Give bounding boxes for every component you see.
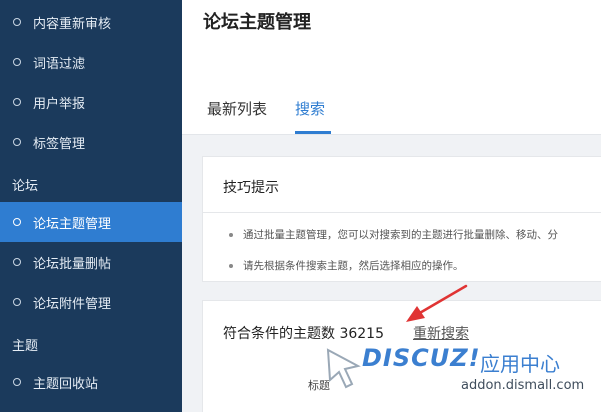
circle-icon (13, 298, 21, 306)
watermark-brand: DISCUZ! (362, 344, 481, 372)
sidebar-item-label: 内容重新审核 (33, 16, 112, 32)
bullet-icon (229, 232, 233, 237)
watermark-cn: 应用中心 (480, 352, 560, 376)
tips-panel: 技巧提示 通过批量主题管理，您可以对搜索到的主题进行批量删除、移动、分 请先根据… (202, 156, 601, 282)
sidebar-item-label: 论坛主题管理 (33, 216, 112, 232)
tip-line: 通过批量主题管理，您可以对搜索到的主题进行批量删除、移动、分 (229, 227, 558, 242)
tips-title: 技巧提示 (223, 180, 279, 196)
sidebar-item-word-filter[interactable]: 词语过滤 (0, 42, 182, 82)
tab-latest-list[interactable]: 最新列表 (207, 98, 267, 119)
bullet-icon (229, 263, 233, 268)
circle-icon (13, 378, 21, 386)
sidebar-item-recycle-bin[interactable]: 主题回收站 (0, 362, 182, 402)
sidebar-item-label: 标签管理 (33, 136, 86, 152)
sidebar-item-label: 主题回收站 (33, 376, 99, 392)
sidebar-item-label: 论坛附件管理 (33, 296, 112, 312)
sidebar-item-label: 词语过滤 (33, 56, 86, 72)
sidebar-item-attachment-manage[interactable]: 论坛附件管理 (0, 282, 182, 322)
circle-icon (13, 18, 21, 26)
red-arrow-annotation (406, 284, 468, 322)
tips-header: 技巧提示 (203, 157, 601, 213)
circle-icon (13, 98, 21, 106)
tip-text: 请先根据条件搜索主题，然后选择相应的操作。 (243, 260, 464, 272)
circle-icon (13, 138, 21, 146)
tip-line: 请先根据条件搜索主题，然后选择相应的操作。 (229, 258, 464, 273)
cursor-logo-icon (326, 348, 361, 389)
circle-icon (13, 58, 21, 66)
sidebar-item-batch-delete[interactable]: 论坛批量删帖 (0, 242, 182, 282)
active-tab-indicator (295, 131, 331, 134)
page-header: 论坛主题管理 最新列表 搜索 (182, 0, 601, 135)
sidebar-item-label: 用户举报 (33, 96, 86, 112)
tab-search[interactable]: 搜索 (295, 98, 325, 119)
sidebar-item-content-review[interactable]: 内容重新审核 (0, 2, 182, 42)
sidebar-group-forum: 论坛 (12, 179, 39, 194)
sidebar-item-tag-manage[interactable]: 标签管理 (0, 122, 182, 162)
watermark: DISCUZ! 应用中心 addon.dismall.com (318, 336, 601, 412)
sidebar-group-thread: 主题 (12, 339, 39, 354)
sidebar-item-label: 论坛批量删帖 (33, 256, 112, 272)
watermark-url: addon.dismall.com (461, 378, 585, 393)
sidebar-item-user-report[interactable]: 用户举报 (0, 82, 182, 122)
sidebar: 内容重新审核 词语过滤 用户举报 标签管理 论坛 论坛主题管理 论坛批量删帖 论… (0, 0, 182, 412)
circle-icon (13, 218, 21, 226)
circle-icon (13, 258, 21, 266)
tip-text: 通过批量主题管理，您可以对搜索到的主题进行批量删除、移动、分 (243, 229, 558, 241)
sidebar-item-thread-manage[interactable]: 论坛主题管理 (0, 202, 182, 242)
page-title: 论坛主题管理 (203, 12, 311, 33)
